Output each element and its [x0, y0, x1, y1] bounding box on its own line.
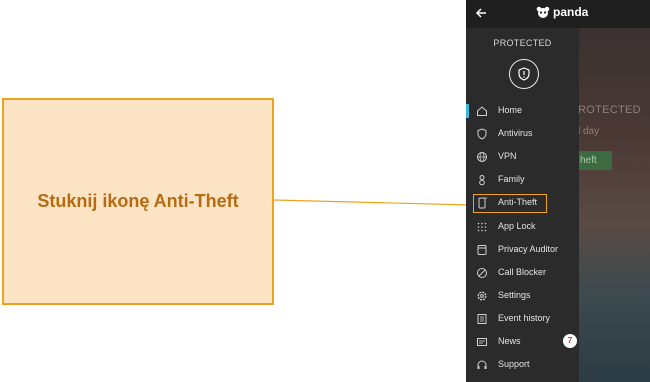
support-icon [477, 360, 487, 369]
shield-icon [477, 128, 487, 140]
phone-icon [478, 197, 488, 209]
call-blocker-icon [477, 268, 487, 278]
keypad-icon [477, 222, 487, 232]
family-icon [479, 175, 485, 186]
protection-status: PROTECTED [493, 38, 552, 48]
shield-icon [518, 67, 530, 81]
menu-item-support[interactable]: Support [466, 355, 579, 375]
menu-item-event-history[interactable]: Event history [466, 309, 579, 329]
menu-item-label: Anti-Theft [498, 197, 538, 207]
menu-item-label: App Lock [498, 221, 536, 231]
background-panel [579, 28, 650, 382]
home-icon [477, 106, 487, 116]
menu-item-label: Settings [498, 290, 531, 300]
menu-item-settings[interactable]: Settings [466, 286, 579, 306]
menu-item-family[interactable]: Family [466, 170, 579, 190]
menu-item-label: Family [498, 174, 525, 184]
menu-item-home[interactable]: Home [466, 101, 579, 121]
privacy-icon [477, 245, 487, 255]
menu-item-vpn[interactable]: VPN [466, 147, 579, 167]
menu-item-label: News [498, 336, 521, 346]
top-bar: panda [466, 0, 650, 28]
menu-item-call-blocker[interactable]: Call Blocker [466, 263, 579, 283]
history-icon [477, 314, 487, 324]
vpn-globe-icon [477, 152, 487, 162]
menu-item-label: Antivirus [498, 128, 533, 138]
gear-icon [477, 291, 487, 301]
menu-item-anti-theft[interactable]: Anti-Theft [466, 193, 579, 213]
callout-connector [273, 199, 473, 206]
protection-status-badge[interactable] [509, 59, 539, 89]
menu-item-label: Privacy Auditor [498, 244, 559, 254]
callout-box: Stuknij ikonę Anti-Theft [2, 98, 274, 305]
panda-logo: panda [536, 5, 588, 19]
menu-item-label: Call Blocker [498, 267, 547, 277]
menu-item-label: Support [498, 359, 530, 369]
callout-text: Stuknij ikonę Anti-Theft [37, 191, 239, 211]
news-icon [477, 338, 487, 346]
menu-item-app-lock[interactable]: App Lock [466, 217, 579, 237]
back-arrow-icon[interactable] [474, 6, 488, 20]
active-indicator [466, 104, 469, 118]
background-status-text: ROTECTED [578, 104, 641, 116]
menu-item-label: VPN [498, 151, 517, 161]
menu-item-label: Home [498, 105, 523, 115]
menu-item-label: Event history [498, 313, 551, 323]
phone-screen: ROTECTED l day heft panda PROTECTED Home… [466, 0, 650, 382]
menu-item-privacy-auditor[interactable]: Privacy Auditor [466, 240, 579, 260]
menu-item-news[interactable]: News 7 [466, 332, 579, 352]
menu-item-antivirus[interactable]: Antivirus [466, 124, 579, 144]
brand-name: panda [553, 5, 589, 19]
news-count-badge: 7 [563, 334, 577, 348]
panda-logo-icon [536, 6, 550, 18]
background-subtitle: l day [578, 126, 600, 137]
background-button[interactable]: heft [578, 151, 612, 170]
navigation-drawer: PROTECTED Home Antivirus VPN Family Anti… [466, 28, 579, 382]
